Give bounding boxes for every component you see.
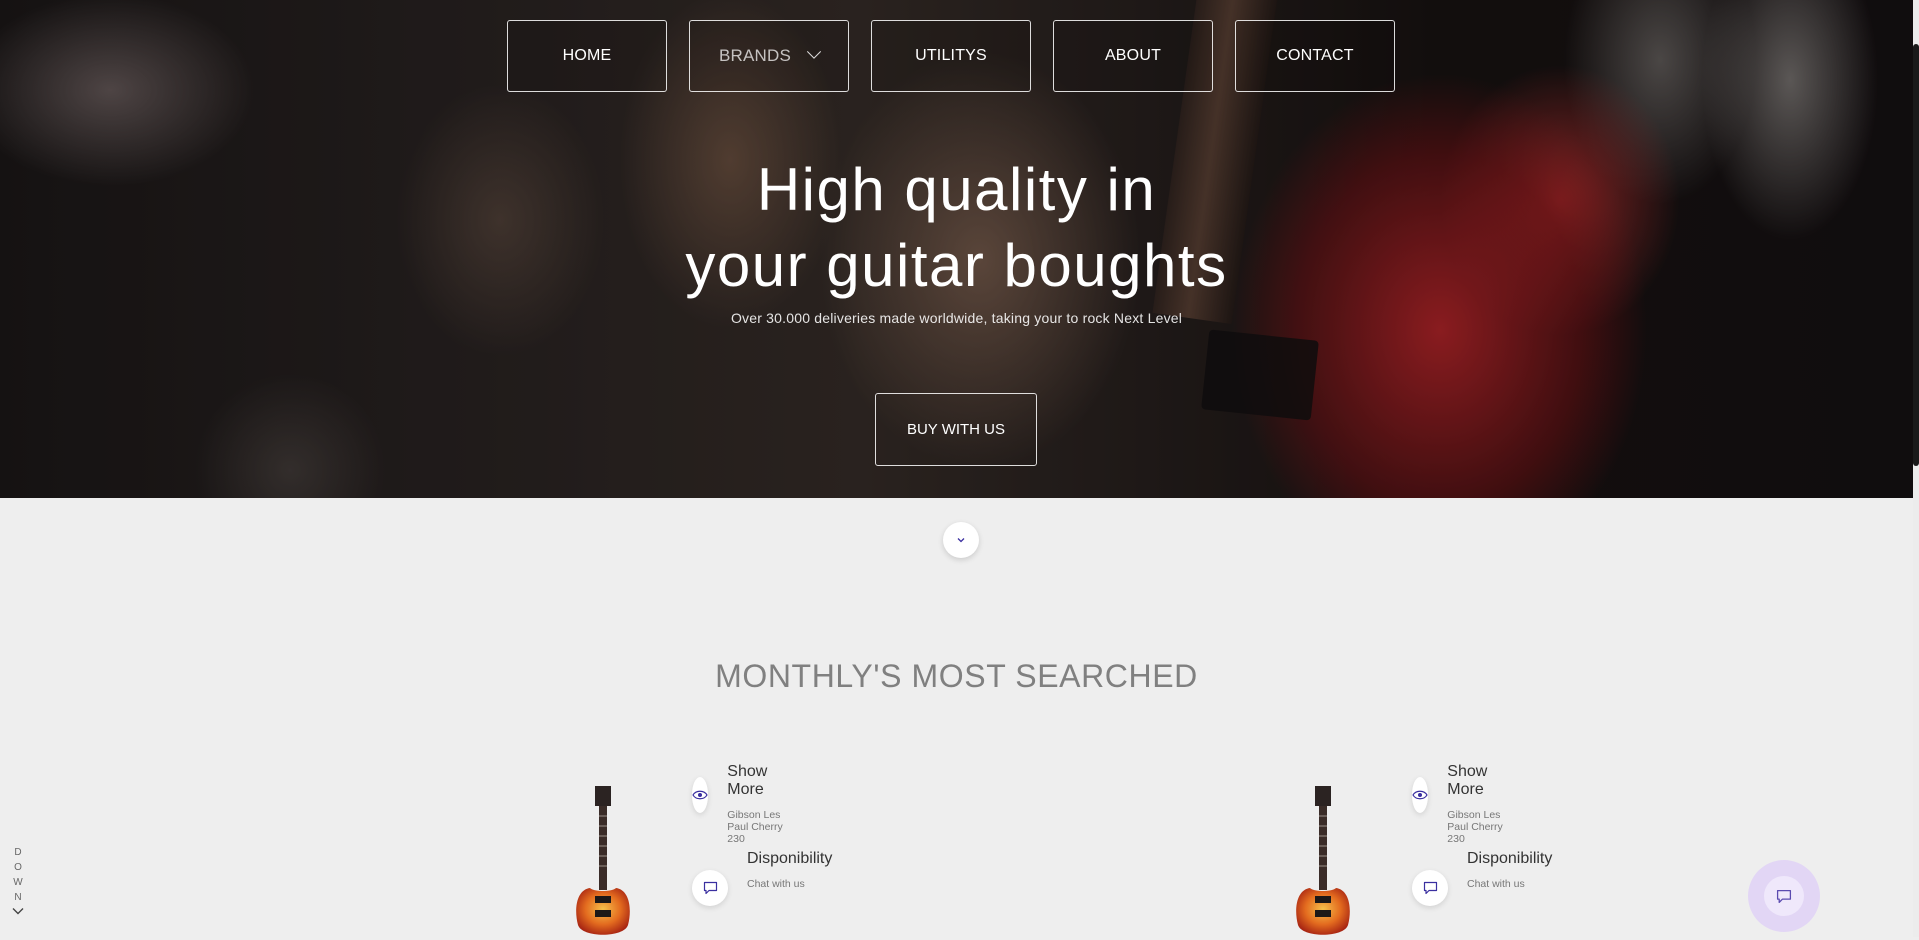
hero-subline: Over 30.000 deliveries made worldwide, t…	[730, 310, 1183, 326]
eye-icon	[692, 790, 708, 800]
guitar-image	[576, 786, 630, 935]
hero-banner: HOME BRANDS UTILITYS ABOUT CONTACT High …	[0, 0, 1913, 498]
nav-home[interactable]: HOME	[507, 20, 667, 92]
main-nav: HOME BRANDS UTILITYS ABOUT CONTACT	[507, 20, 1395, 92]
hero-headline: High quality in your guitar boughts	[0, 152, 1913, 304]
buy-with-us-button[interactable]: BUY WITH US	[875, 393, 1037, 466]
chevron-down-icon	[957, 538, 965, 543]
side-scroll-down-indicator[interactable]: D O W N	[11, 845, 25, 920]
feature-title: Show More	[1447, 763, 1488, 798]
side-letter: W	[13, 877, 23, 888]
feature-title: Disponibility	[747, 850, 833, 867]
scrollbar-thumb[interactable]	[1913, 44, 1919, 466]
nav-utilitys-label: UTILITYS	[915, 47, 987, 64]
page-scrollbar[interactable]	[1913, 0, 1919, 937]
side-letter: N	[14, 892, 22, 903]
feature-show-more[interactable]: Show More Gibson Les Paul Cherry 230	[1412, 763, 1507, 845]
nav-brands-dropdown[interactable]: BRANDS	[689, 20, 849, 92]
chevron-down-icon	[806, 44, 822, 59]
section-title: MONTHLY'S MOST SEARCHED	[715, 658, 1198, 694]
feature-show-more[interactable]: Show More Gibson Les Paul Cherry 230	[692, 763, 787, 845]
chat-icon	[1423, 881, 1437, 895]
chat-icon-button[interactable]	[1412, 870, 1448, 906]
side-letter: O	[14, 862, 22, 873]
guitar-image	[1296, 786, 1350, 935]
eye-icon	[1412, 790, 1428, 800]
chat-floating-button[interactable]	[1748, 860, 1820, 932]
feature-subtitle: Chat with us	[1467, 878, 1525, 890]
buy-with-us-label: BUY WITH US	[906, 421, 1006, 438]
feature-disponibility[interactable]: Disponibility Chat with us	[692, 850, 832, 906]
nav-utilitys[interactable]: UTILITYS	[871, 20, 1031, 92]
chat-icon-button[interactable]	[692, 870, 728, 906]
nav-home-label: HOME	[562, 47, 612, 64]
hero-headline-line-2: your guitar boughts	[685, 232, 1228, 299]
chat-fab-inner	[1764, 876, 1804, 916]
feature-title: Disponibility	[1467, 850, 1553, 867]
feature-subtitle: Gibson Les Paul Cherry 230	[727, 809, 783, 845]
nav-brands-label: BRANDS	[718, 46, 792, 65]
eye-icon-button[interactable]	[1412, 777, 1429, 813]
feature-title: Show More	[727, 763, 768, 798]
chat-icon	[703, 881, 717, 895]
scroll-down-button[interactable]	[943, 522, 979, 558]
feature-disponibility[interactable]: Disponibility Chat with us	[1412, 850, 1552, 906]
nav-about-label: ABOUT	[1104, 47, 1162, 64]
chat-icon	[1776, 889, 1792, 903]
chevron-down-icon	[12, 908, 24, 915]
nav-contact-label: CONTACT	[1276, 47, 1354, 64]
nav-contact[interactable]: CONTACT	[1235, 20, 1395, 92]
eye-icon-button[interactable]	[692, 777, 709, 813]
feature-subtitle: Gibson Les Paul Cherry 230	[1447, 809, 1503, 845]
side-letter: D	[14, 847, 22, 858]
nav-about[interactable]: ABOUT	[1053, 20, 1213, 92]
feature-subtitle: Chat with us	[747, 878, 805, 890]
hero-headline-line-1: High quality in	[756, 156, 1157, 223]
